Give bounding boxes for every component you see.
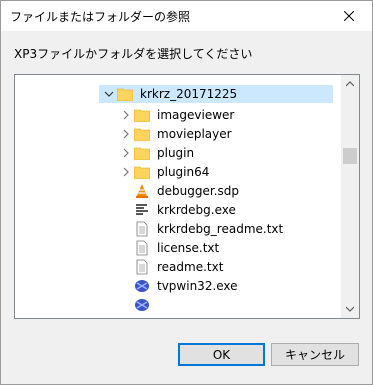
chevron-right-icon[interactable] — [118, 124, 134, 144]
vlc-cone-icon — [134, 183, 150, 199]
folder-icon — [117, 86, 133, 102]
scroll-up-button[interactable] — [341, 75, 359, 93]
dialog-title: ファイルまたはフォルダーの参照 — [10, 10, 191, 24]
cancel-button[interactable]: キャンセル — [271, 343, 359, 366]
chevron-down-icon[interactable] — [101, 84, 117, 104]
chevron-up-icon — [346, 81, 354, 87]
close-icon — [344, 11, 354, 21]
app-icon — [134, 278, 150, 294]
folder-icon — [134, 107, 150, 123]
text-file-icon — [134, 259, 150, 275]
tree-item-label: tvpwin32.exe — [157, 279, 238, 293]
tree-item-imageviewer[interactable]: imageviewer — [118, 105, 237, 125]
chevron-down-icon — [346, 306, 354, 312]
tree-item-movieplayer[interactable]: movieplayer — [118, 124, 235, 144]
tree-item-debugger-sdp[interactable]: debugger.sdp — [118, 181, 242, 201]
tree-item-label: movieplayer — [157, 127, 232, 141]
tree-item-plugin[interactable]: plugin — [118, 143, 197, 163]
tree-item-krkrdebg-exe[interactable]: krkrdebg.exe — [118, 200, 239, 220]
tree-item-krkrdebg-readme[interactable]: krkrdebg_readme.txt — [118, 219, 286, 239]
exe-file-icon — [134, 202, 150, 218]
tree-item-label: krkrdebg_readme.txt — [157, 222, 284, 236]
app-icon — [134, 297, 150, 313]
tree-item-label: plugin64 — [157, 165, 210, 179]
close-button[interactable] — [326, 1, 372, 31]
vertical-scrollbar[interactable] — [341, 75, 359, 318]
text-file-icon — [134, 221, 150, 237]
tree-item-partial[interactable] — [118, 295, 154, 315]
folder-browse-dialog: ファイルまたはフォルダーの参照 XP3ファイルかフォルダを選択してください kr… — [0, 0, 373, 385]
tree-item-readme-txt[interactable]: readme.txt — [118, 257, 226, 277]
chevron-right-icon[interactable] — [118, 143, 134, 163]
tree-item-label: plugin — [157, 146, 195, 160]
tree-item-label: readme.txt — [157, 260, 224, 274]
scroll-down-button[interactable] — [341, 300, 359, 318]
chevron-right-icon[interactable] — [118, 162, 134, 182]
tree-item-license-txt[interactable]: license.txt — [118, 238, 222, 258]
tree-item-label: krkrdebg.exe — [157, 203, 236, 217]
ok-button[interactable]: OK — [178, 343, 265, 366]
tree-item-krkrz[interactable]: krkrz_20171225 — [99, 84, 333, 104]
folder-icon — [134, 164, 150, 180]
tree-item-plugin64[interactable]: plugin64 — [118, 162, 212, 182]
text-file-icon — [134, 240, 150, 256]
tree-item-label: krkrz_20171225 — [137, 85, 241, 103]
title-bar: ファイルまたはフォルダーの参照 — [1, 1, 372, 31]
chevron-right-icon[interactable] — [118, 105, 134, 125]
scroll-thumb[interactable] — [343, 148, 357, 164]
tree-item-label: license.txt — [157, 241, 220, 255]
folder-tree[interactable]: krkrz_20171225 imageviewer movieplayer p… — [14, 74, 360, 319]
instruction-text: XP3ファイルかフォルダを選択してください — [14, 47, 253, 61]
folder-icon — [134, 145, 150, 161]
tree-item-label: debugger.sdp — [157, 184, 239, 198]
tree-item-tvpwin32-exe[interactable]: tvpwin32.exe — [118, 276, 241, 296]
tree-item-label: imageviewer — [157, 108, 235, 122]
folder-icon — [134, 126, 150, 142]
tree-content: krkrz_20171225 imageviewer movieplayer p… — [15, 75, 341, 318]
